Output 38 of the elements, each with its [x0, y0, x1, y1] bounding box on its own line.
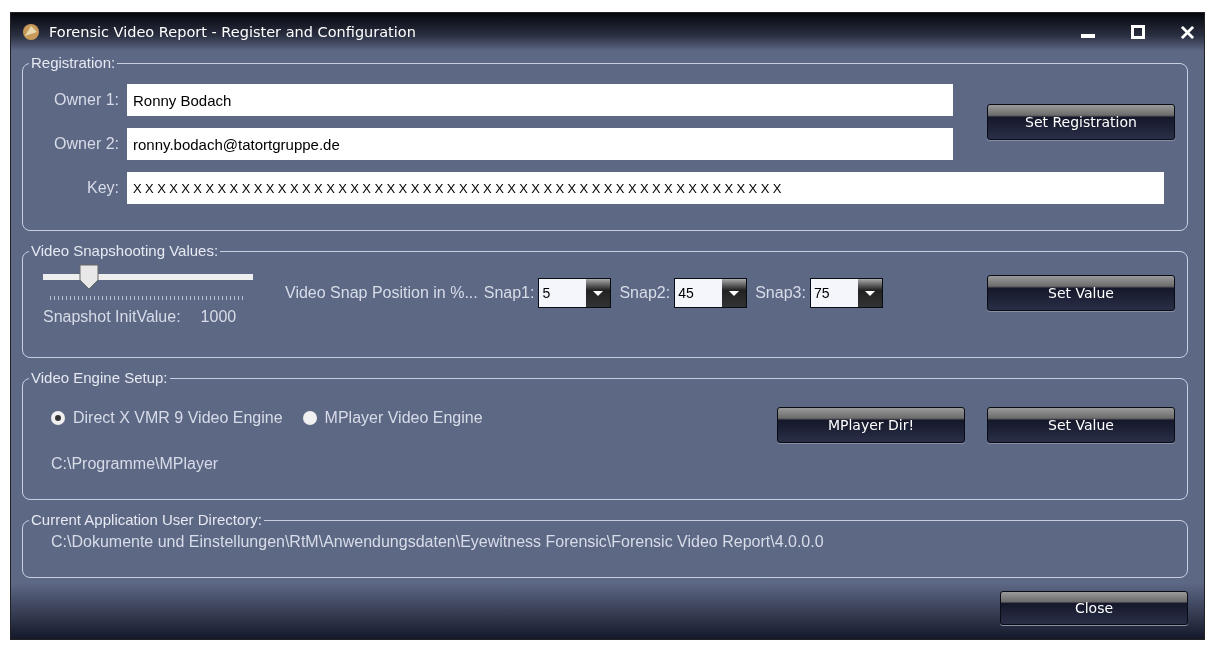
caret-icon[interactable]: [857, 279, 882, 307]
radio-button[interactable]: [51, 411, 65, 425]
input-field[interactable]: Ronny Bodach: [127, 84, 953, 116]
group-legend: Current Application User Directory:: [29, 511, 264, 528]
snap-label: Snap3:: [755, 284, 806, 302]
user-directory-path: C:\Dokumente und Einstellungen\RtM\Anwendungsdaten\Eyewitness Forensic\Forensic Video Report\4.0.0.0: [51, 533, 824, 551]
init-value-label: Snapshot InitValue:: [43, 308, 181, 326]
radio-button[interactable]: [302, 411, 317, 425]
field-label: Owner 1:: [53, 91, 119, 109]
snap-label: Snap1:: [483, 284, 535, 302]
field-label: Key:: [86, 179, 119, 197]
snap-dropdown[interactable]: 75: [809, 278, 883, 308]
set-value-button[interactable]: Set Value: [987, 275, 1175, 311]
snap-dropdown[interactable]: 45: [674, 278, 748, 308]
radio-option[interactable]: MPlayer Video Engine: [302, 409, 483, 427]
set-value-button[interactable]: Set Value: [987, 407, 1175, 443]
radio-option[interactable]: Direct X VMR 9 Video Engine: [51, 409, 283, 427]
set-registration-button[interactable]: Set Registration: [987, 104, 1175, 140]
group-legend: Video Snapshooting Values:: [29, 242, 221, 259]
snap-dropdown[interactable]: 5: [538, 278, 612, 308]
close-button[interactable]: Close: [1000, 591, 1188, 625]
init-value: 1000: [200, 308, 237, 326]
field-label: Owner 2:: [53, 135, 119, 153]
group-legend: Video Engine Setup:: [29, 369, 170, 386]
input-field[interactable]: XXXXXXXXXXXXXXXXXXXXXXXXXXXXXXXXXXXXXXXXXXXXXXXXXXXXXX: [127, 172, 1164, 204]
slider-thumb[interactable]: [79, 264, 100, 290]
browse-directory-button[interactable]: MPlayer Dir!: [777, 407, 965, 443]
caret-icon[interactable]: [722, 279, 747, 307]
input-field[interactable]: ronny.bodach@tatortgruppe.de: [127, 128, 953, 160]
caret-icon[interactable]: [586, 279, 611, 307]
snap-label: Snap2:: [619, 284, 671, 302]
snap-position-label: Video Snap Position in %...: [285, 284, 478, 302]
close-icon[interactable]: [1181, 25, 1194, 39]
mplayer-path: C:\Programme\MPlayer: [51, 455, 219, 473]
maximize-icon[interactable]: [1131, 25, 1145, 39]
group-legend: Registration:: [29, 54, 118, 71]
window-title: Forensic Video Report - Register and Configuration: [49, 24, 417, 40]
app-icon: [21, 22, 41, 42]
